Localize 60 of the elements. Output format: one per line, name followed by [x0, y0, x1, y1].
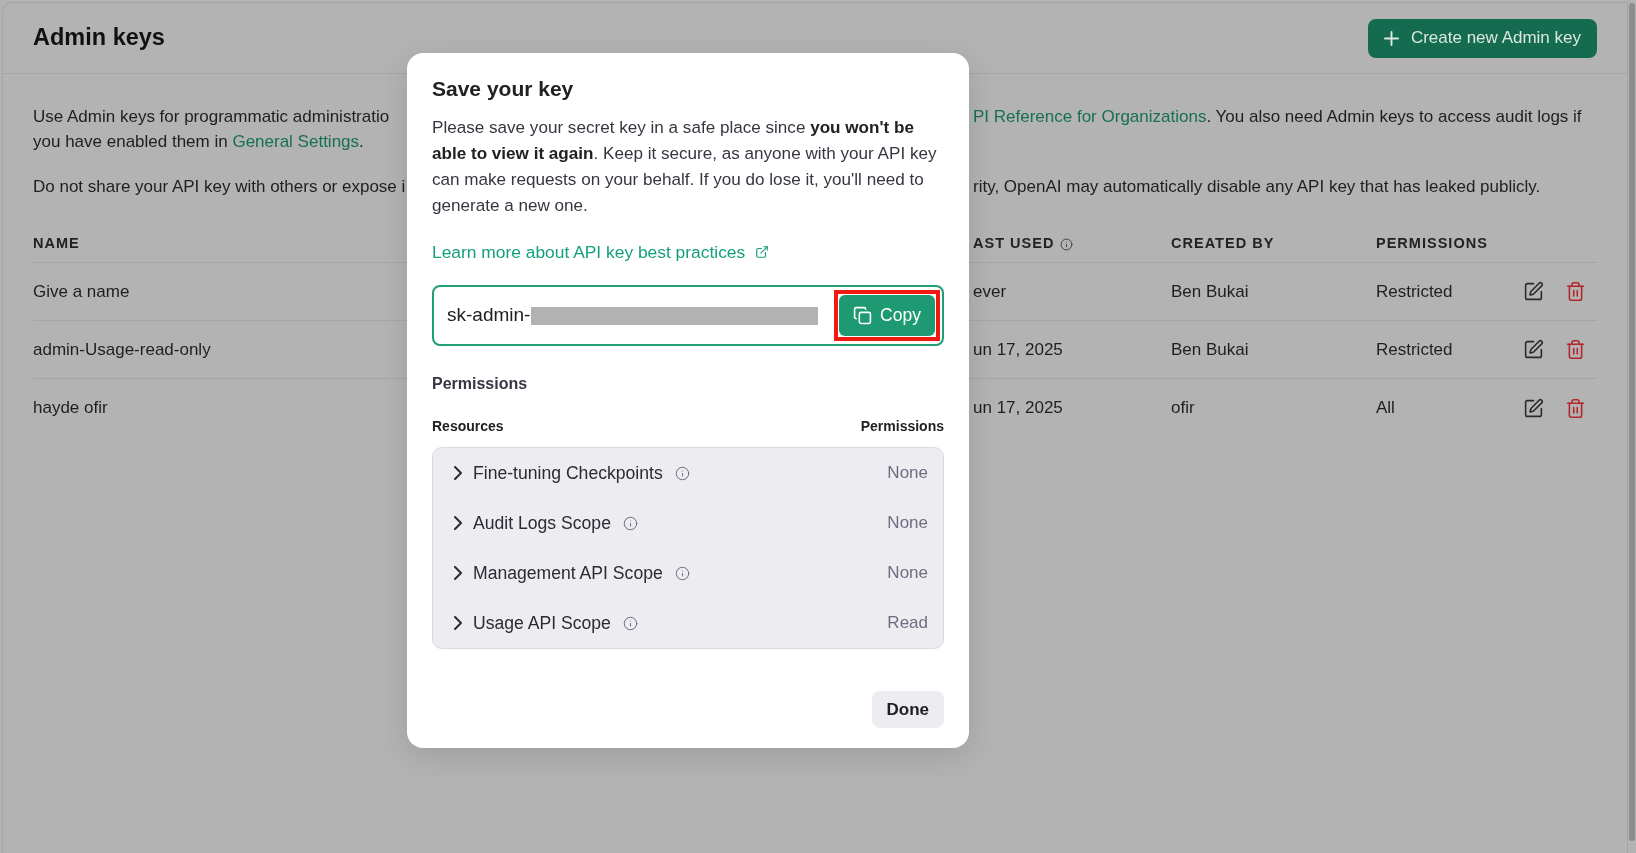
table-cell-text: admin-Usage-read-only	[33, 338, 211, 361]
info-icon	[622, 615, 638, 631]
delete-button[interactable]	[1565, 397, 1586, 419]
table-cell-text: un 17, 2025	[973, 338, 1063, 361]
trash-icon	[1565, 281, 1586, 302]
create-key-button[interactable]: Create new Admin key	[1367, 18, 1597, 58]
done-button[interactable]: Done	[871, 691, 944, 728]
dialog-title: Save your key	[432, 76, 574, 102]
table-cell-text: ever	[973, 280, 1007, 303]
info-icon	[674, 565, 690, 581]
table-cell-text: Ben Bukai	[1171, 338, 1249, 361]
resource-toggle[interactable]: Audit Logs Scope	[454, 509, 611, 537]
intro-text: rity, OpenAI may automatically disable any API key that has leaked publicly.	[973, 176, 1541, 198]
scrollbar[interactable]	[1629, 3, 1635, 841]
delete-button[interactable]	[1565, 281, 1586, 302]
column-header: CREATED BY	[1171, 234, 1275, 254]
resource-toggle[interactable]: Management API Scope	[454, 559, 663, 587]
page-title: Admin keys	[33, 23, 165, 53]
edit-button[interactable]	[1523, 281, 1544, 302]
permission-value: None	[887, 512, 928, 535]
delete-button[interactable]	[1565, 339, 1586, 360]
column-header: AST USED	[973, 234, 1055, 254]
intro-text: PI Reference for Organizations. You also need Admin keys to access audit logs if	[973, 106, 1582, 128]
copy-button[interactable]: Copy	[839, 295, 935, 336]
intro-text: Use Admin keys for programmatic administratio	[33, 106, 390, 128]
info-icon	[622, 515, 638, 531]
column-header: Resources	[432, 417, 504, 436]
info-icon	[674, 465, 690, 481]
trash-icon	[1565, 339, 1586, 360]
table-cell-text: All	[1376, 397, 1395, 420]
permission-value: None	[887, 562, 928, 585]
section-title: Permissions	[432, 374, 528, 394]
copy-icon	[853, 306, 873, 325]
column-header: PERMISSIONS	[1376, 234, 1488, 254]
table-cell-text: Restricted	[1376, 338, 1453, 361]
intro-text: Do not share your API key with others or expose i	[33, 176, 406, 198]
table-cell-text: ofir	[1171, 397, 1195, 420]
edit-icon	[1523, 281, 1544, 302]
column-header: Permissions	[860, 417, 944, 436]
table-cell-text: Ben Bukai	[1171, 280, 1249, 303]
key-text: sk-admin-	[447, 303, 531, 328]
table-cell-text: Give a name	[33, 280, 130, 303]
key-field[interactable]: sk-admin- Copy	[432, 285, 944, 346]
plus-icon	[1383, 30, 1399, 46]
edit-button[interactable]	[1523, 339, 1544, 360]
edit-icon	[1523, 397, 1544, 419]
table-cell-text: Restricted	[1376, 280, 1453, 303]
resource-toggle[interactable]: Usage API Scope	[454, 609, 611, 637]
permission-value: Read	[887, 612, 928, 635]
permission-value: None	[887, 462, 928, 485]
dialog-message: Please save your secret key in a safe place since you won't be able to view it again. Keep it secure, as anyone with your API key can make requests on your behalf. If you do lose it, you'll need to generate a new one.	[432, 117, 938, 217]
resource-toggle[interactable]: Fine-tuning Checkpoints	[454, 459, 663, 487]
edit-button[interactable]	[1523, 397, 1544, 419]
column-header: NAME	[33, 234, 80, 254]
table-cell-text: un 17, 2025	[973, 397, 1063, 420]
external-link-icon	[755, 245, 770, 259]
edit-icon	[1523, 339, 1544, 360]
intro-text: you have enabled them in General Settings.	[33, 131, 364, 153]
trash-icon	[1565, 397, 1586, 419]
table-cell-text: hayde ofir	[33, 397, 108, 420]
